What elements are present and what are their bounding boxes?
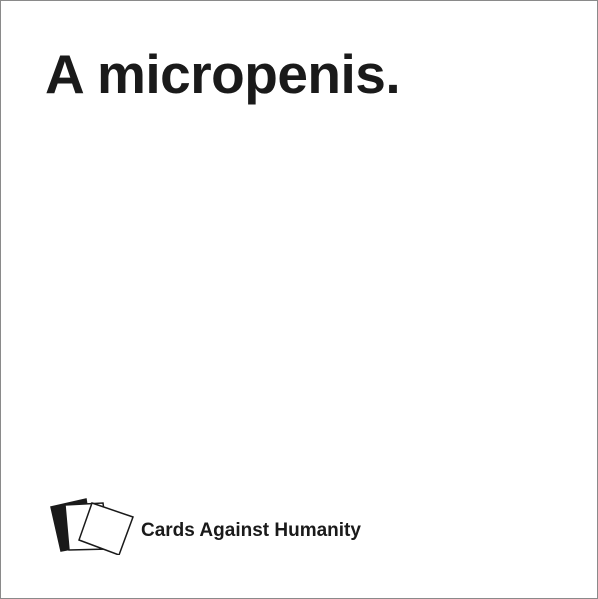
brand-name: Cards Against Humanity [141,520,361,541]
brand-footer: Cards Against Humanity [49,495,361,555]
white-card: A micropenis. Cards Against Humanity [0,0,598,599]
card-text: A micropenis. [45,43,401,105]
stacked-cards-icon [50,498,134,555]
